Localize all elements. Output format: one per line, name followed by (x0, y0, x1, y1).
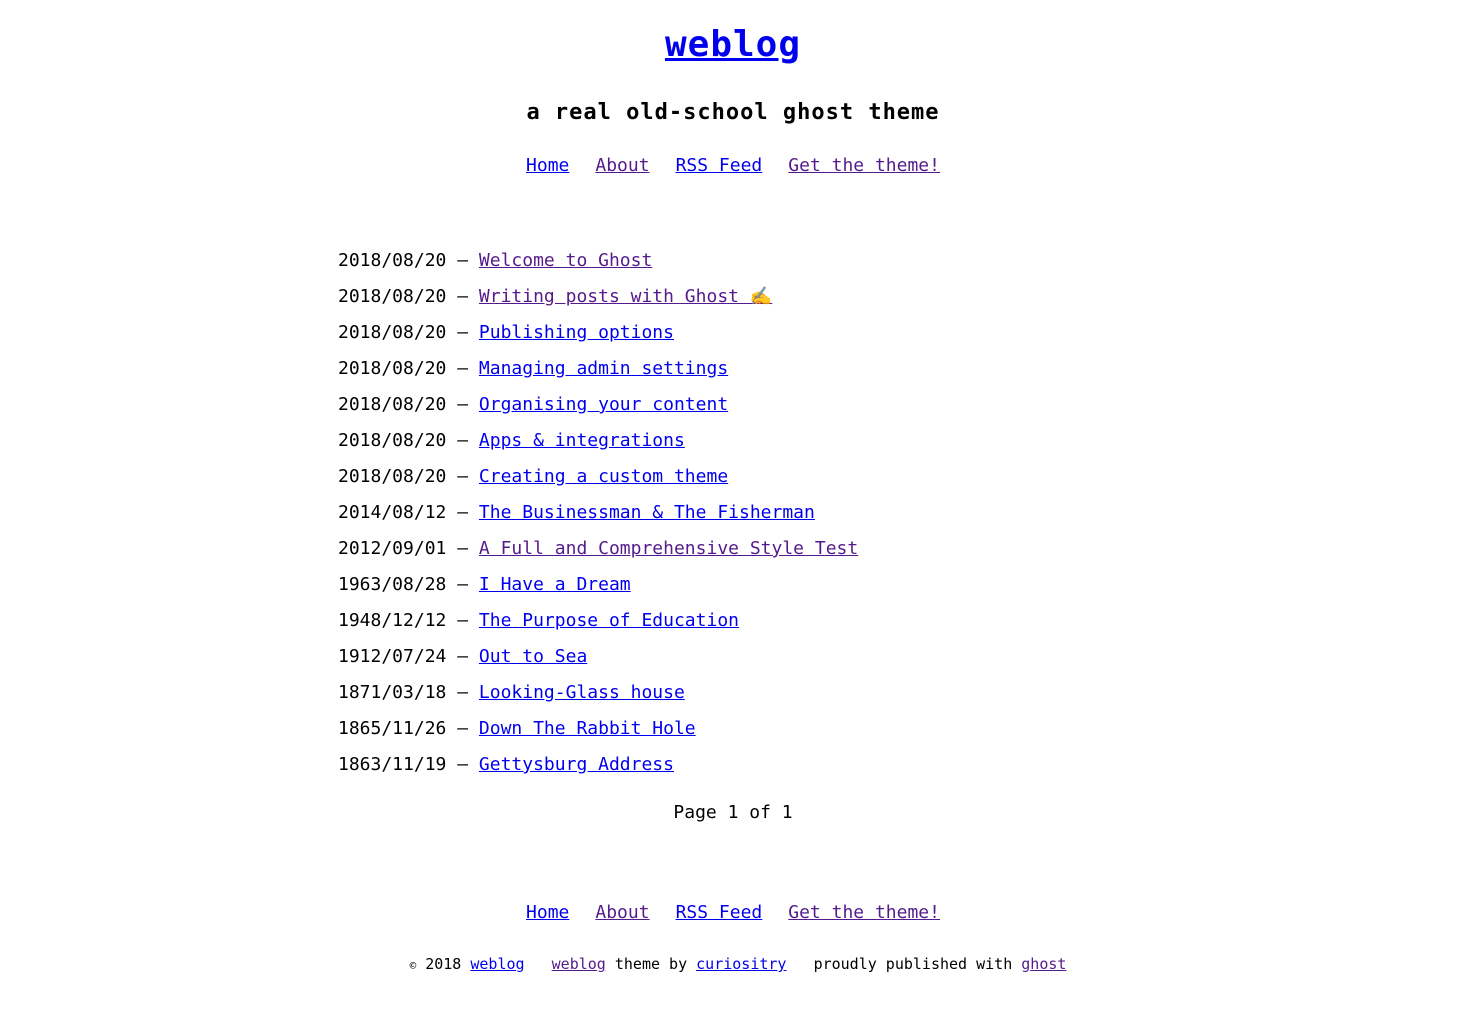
post-list-item: 2018/08/20 — Publishing options (338, 318, 858, 354)
post-title-link[interactable]: Organising your content (479, 394, 728, 415)
date-separator: — (457, 682, 469, 703)
post-title-link[interactable]: Gettysburg Address (479, 754, 674, 775)
footer-nav-about-link[interactable]: About (595, 902, 649, 923)
site-title-link[interactable]: weblog (665, 24, 801, 65)
date-separator: — (457, 250, 469, 271)
post-title-link[interactable]: Writing posts with Ghost ✍️ (479, 286, 772, 307)
post-list-item: 1948/12/12 — The Purpose of Education (338, 606, 858, 642)
footer-nav-get-theme-link[interactable]: Get the theme! (788, 902, 940, 923)
post-list-item: 2018/08/20 — Writing posts with Ghost ✍️ (338, 282, 858, 318)
post-title-link[interactable]: The Purpose of Education (479, 610, 739, 631)
post-date: 1865/11/26 (338, 718, 447, 739)
footer-nav-home-link[interactable]: Home (526, 902, 569, 923)
pagination-text: Page 1 of 1 (673, 802, 793, 823)
date-separator: — (457, 646, 469, 667)
date-separator: — (457, 574, 469, 595)
date-separator: — (457, 286, 469, 307)
post-list-item: 1912/07/24 — Out to Sea (338, 642, 858, 678)
post-list-item: 2018/08/20 — Welcome to Ghost (338, 246, 858, 282)
post-date: 2018/08/20 (338, 394, 447, 415)
post-title-link[interactable]: Apps & integrations (479, 430, 685, 451)
date-separator: — (457, 718, 469, 739)
footer-ghost-link[interactable]: ghost (1021, 955, 1066, 973)
post-list-item: 1963/08/28 — I Have a Dream (338, 570, 858, 606)
post-title-link[interactable]: Looking-Glass house (479, 682, 685, 703)
date-separator: — (457, 754, 469, 775)
post-date: 2018/08/20 (338, 430, 447, 451)
post-date: 2018/08/20 (338, 250, 447, 271)
post-date: 2014/08/12 (338, 502, 447, 523)
post-date: 2012/09/01 (338, 538, 447, 559)
date-separator: — (457, 394, 469, 415)
date-separator: — (457, 358, 469, 379)
copyright-symbol: © (409, 959, 417, 972)
site-footer: © 2018 weblog weblog theme by curiositry… (0, 955, 1466, 973)
post-date: 2018/08/20 (338, 358, 447, 379)
date-separator: — (457, 322, 469, 343)
post-date: 2018/08/20 (338, 466, 447, 487)
post-title-link[interactable]: Welcome to Ghost (479, 250, 652, 271)
post-date: 1863/11/19 (338, 754, 447, 775)
post-list-item: 1865/11/26 — Down The Rabbit Hole (338, 714, 858, 750)
footer-author-link[interactable]: curiositry (696, 955, 786, 973)
post-title-link[interactable]: Creating a custom theme (479, 466, 728, 487)
post-title-link[interactable]: Down The Rabbit Hole (479, 718, 696, 739)
post-list-item: 2018/08/20 — Organising your content (338, 390, 858, 426)
post-date: 1963/08/28 (338, 574, 447, 595)
bottom-nav: Home About RSS Feed Get the theme! (0, 902, 1466, 923)
site-description: a real old-school ghost theme (526, 100, 940, 125)
date-separator: — (457, 430, 469, 451)
post-list-item: 2014/08/12 — The Businessman & The Fishe… (338, 498, 858, 534)
post-date: 2018/08/20 (338, 286, 447, 307)
published-with-text: proudly published with (813, 955, 1013, 973)
date-separator: — (457, 610, 469, 631)
post-list-item: 2018/08/20 — Creating a custom theme (338, 462, 858, 498)
post-title-link[interactable]: The Businessman & The Fisherman (479, 502, 815, 523)
post-date: 1912/07/24 (338, 646, 447, 667)
post-list-item: 2018/08/20 — Managing admin settings (338, 354, 858, 390)
post-title-link[interactable]: Out to Sea (479, 646, 587, 667)
post-title-link[interactable]: Publishing options (479, 322, 674, 343)
top-nav: Home About RSS Feed Get the theme! (0, 155, 1466, 176)
nav-home-link[interactable]: Home (526, 155, 569, 176)
post-title-link[interactable]: Managing admin settings (479, 358, 728, 379)
site-header: weblog (0, 24, 1466, 65)
post-title-link[interactable]: A Full and Comprehensive Style Test (479, 538, 858, 559)
theme-by-text: theme by (614, 955, 688, 973)
post-date: 2018/08/20 (338, 322, 447, 343)
copyright-year: 2018 (425, 955, 462, 973)
nav-rss-link[interactable]: RSS Feed (676, 155, 763, 176)
date-separator: — (457, 466, 469, 487)
post-list-item: 2018/08/20 — Apps & integrations (338, 426, 858, 462)
date-separator: — (457, 502, 469, 523)
footer-theme-link[interactable]: weblog (552, 955, 606, 973)
footer-site-link[interactable]: weblog (470, 955, 524, 973)
post-list-item: 2012/09/01 — A Full and Comprehensive St… (338, 534, 858, 570)
post-title-link[interactable]: I Have a Dream (479, 574, 631, 595)
post-list-item: 1863/11/19 — Gettysburg Address (338, 750, 858, 786)
post-list: 2018/08/20 — Welcome to Ghost 2018/08/20… (338, 246, 858, 786)
post-list-item: 1871/03/18 — Looking-Glass house (338, 678, 858, 714)
post-date: 1948/12/12 (338, 610, 447, 631)
footer-nav-rss-link[interactable]: RSS Feed (676, 902, 763, 923)
date-separator: — (457, 538, 469, 559)
nav-get-theme-link[interactable]: Get the theme! (788, 155, 940, 176)
nav-about-link[interactable]: About (595, 155, 649, 176)
post-date: 1871/03/18 (338, 682, 447, 703)
